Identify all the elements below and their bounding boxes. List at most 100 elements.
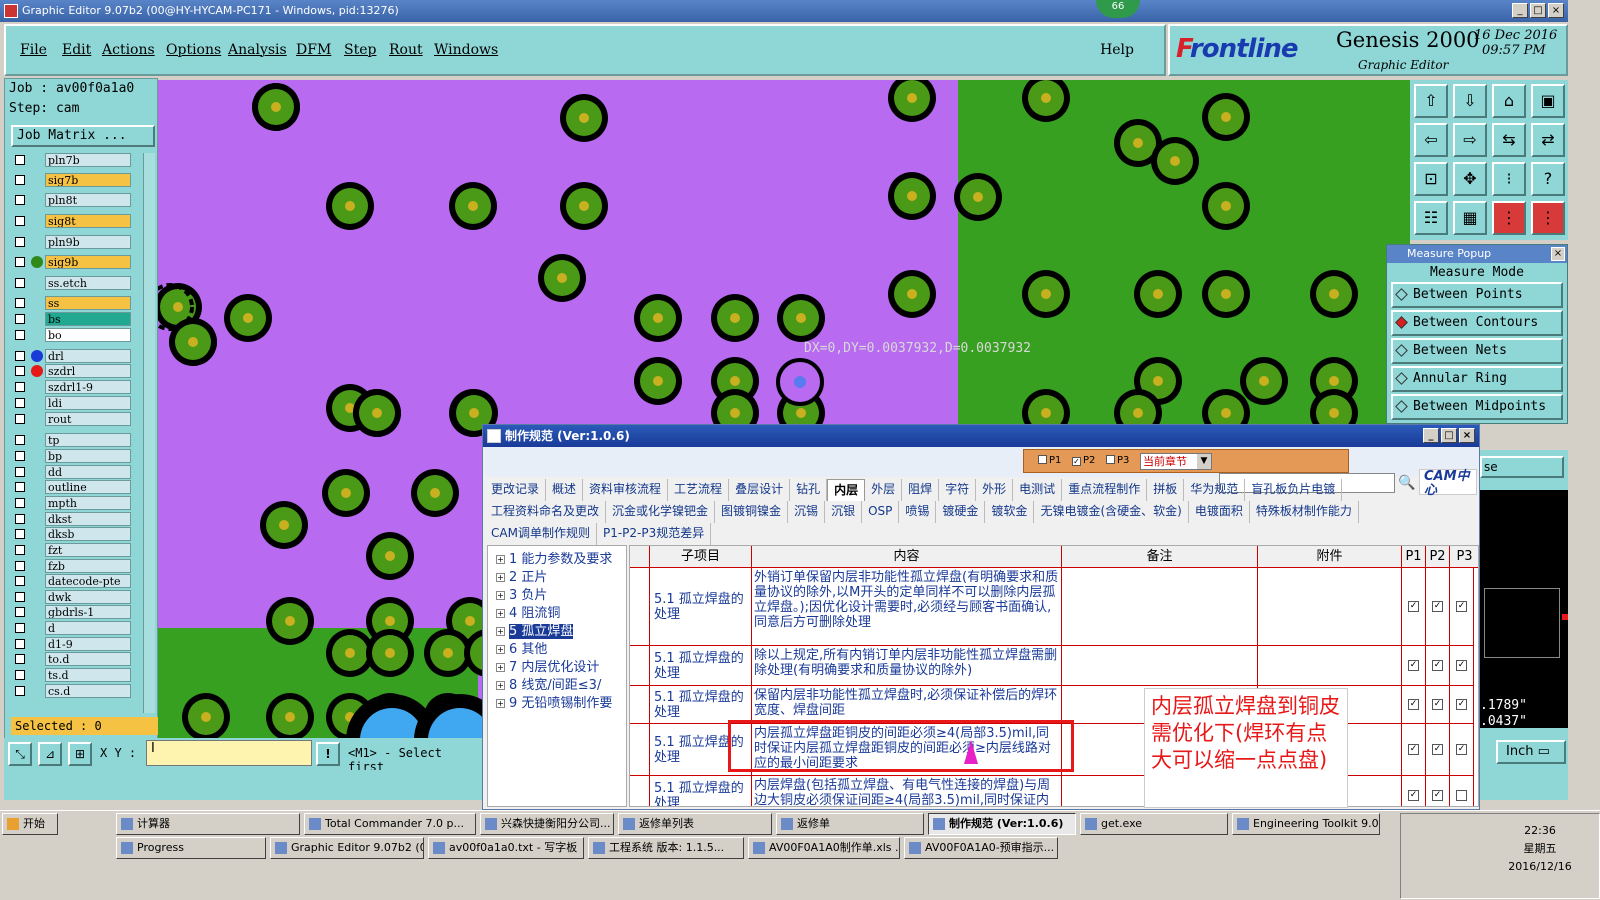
home-icon[interactable]: ⌂ (1492, 84, 1526, 118)
tab[interactable]: 华为规范 (1184, 479, 1246, 501)
layer-checkbox[interactable] (15, 607, 25, 617)
menu-edit[interactable]: Edit (62, 42, 91, 58)
taskbar-button[interactable]: 兴森快捷衡阳分公司... (480, 813, 614, 835)
tab[interactable]: 沉银 (825, 501, 863, 523)
taskbar-button[interactable]: Total Commander 7.0 p... (304, 813, 476, 835)
layer-row[interactable]: pln8t (11, 193, 133, 207)
start-button[interactable]: 开始 (2, 813, 58, 835)
taskbar-button[interactable]: 制作规范 (Ver:1.0.6) (928, 813, 1076, 835)
tab[interactable]: OSP (862, 501, 900, 523)
tab[interactable]: CAM调单制作规则 (485, 523, 597, 545)
layer-row[interactable]: pln9b (11, 235, 133, 249)
layer-checkbox[interactable] (15, 592, 25, 602)
layers-icon[interactable]: ☷ (1414, 201, 1448, 235)
layer-row[interactable]: tp (11, 433, 133, 447)
layer-row[interactable]: drl (11, 349, 133, 363)
layer-row[interactable]: to.d (11, 652, 133, 666)
expand-icon[interactable]: + (496, 627, 505, 636)
layer-row[interactable]: bo (11, 328, 133, 342)
layer-checkbox[interactable] (15, 467, 25, 477)
job-matrix-button[interactable]: Job Matrix ... (11, 125, 155, 147)
taskbar-button[interactable]: Progress (116, 837, 266, 859)
dialog-minimize-button[interactable]: _ (1423, 428, 1439, 443)
priority-checkbox[interactable]: ✓ (1432, 699, 1443, 710)
layer-row[interactable]: outline (11, 480, 133, 494)
expand-icon[interactable]: + (496, 681, 505, 690)
column-header[interactable]: P2 (1426, 546, 1450, 568)
layer-row[interactable]: datecode-pte (11, 574, 133, 588)
expand-icon[interactable]: + (496, 663, 505, 672)
layer-checkbox[interactable] (15, 398, 25, 408)
taskbar-button[interactable]: 计算器 (116, 813, 300, 835)
measure-option[interactable]: Between Midpoints (1391, 394, 1563, 420)
layer-row[interactable]: dd (11, 465, 133, 479)
search-icon[interactable]: 🔍 (1397, 473, 1417, 493)
layer-checkbox[interactable] (15, 545, 25, 555)
tab[interactable]: 工艺流程 (668, 479, 730, 501)
tab[interactable]: 外层 (865, 479, 903, 501)
layer-row[interactable]: szdrl (11, 364, 133, 378)
layer-checkbox[interactable] (15, 670, 25, 680)
layer-checkbox[interactable] (15, 623, 25, 633)
fit-icon[interactable]: ⊡ (1414, 162, 1448, 196)
p2-checkbox[interactable]: ✓ P2 (1072, 455, 1095, 466)
layer-row[interactable]: fzt (11, 543, 133, 557)
p3-checkbox[interactable]: P3 (1106, 455, 1129, 466)
column-header[interactable]: P1 (1402, 546, 1426, 568)
close-icon[interactable]: × (1551, 247, 1565, 261)
grid-icon[interactable]: ⊞ (68, 742, 92, 766)
menu-windows[interactable]: Windows (434, 42, 498, 58)
row-selector[interactable] (630, 686, 650, 724)
expand-icon[interactable]: + (496, 555, 505, 564)
priority-checkbox[interactable]: ✓ (1408, 744, 1419, 755)
tab[interactable]: P1-P2-P3规范差异 (597, 523, 712, 545)
priority-checkbox[interactable]: ✓ (1432, 601, 1443, 612)
layer-row[interactable]: sig9b (11, 255, 133, 269)
menu-help[interactable]: Help (1100, 42, 1134, 58)
tree-node[interactable]: +7 内层优化设计 (496, 656, 599, 675)
expand-icon[interactable]: + (496, 699, 505, 708)
measure-option[interactable]: Between Points (1391, 282, 1563, 308)
tab[interactable]: 概述 (546, 479, 584, 501)
layer-checkbox[interactable] (15, 237, 25, 247)
layer-row[interactable]: dksb (11, 527, 133, 541)
help-icon[interactable]: ? (1531, 162, 1565, 196)
menu-analysis[interactable]: Analysis (228, 42, 287, 58)
scale-icon[interactable]: ⁝ (1492, 162, 1526, 196)
tree-node[interactable]: +1 能力参数及要求 (496, 548, 612, 567)
layer-checkbox[interactable] (15, 498, 25, 508)
tab[interactable]: 拼板 (1147, 479, 1185, 501)
snap-red-icon[interactable]: ⋮ (1492, 201, 1526, 235)
tab[interactable]: 钻孔 (790, 479, 828, 501)
tab[interactable]: 电测试 (1013, 479, 1063, 501)
layer-row[interactable]: fzb (11, 559, 133, 573)
tab[interactable]: 图镀铜镍金 (715, 501, 789, 523)
column-header[interactable]: 内容 (752, 546, 1062, 568)
layer-checkbox[interactable] (15, 561, 25, 571)
column-header[interactable]: 附件 (1258, 546, 1402, 568)
tab[interactable]: 资料审核流程 (583, 479, 669, 501)
dialog-maximize-button[interactable]: □ (1441, 428, 1457, 443)
expand-icon[interactable]: + (496, 573, 505, 582)
layer-checkbox[interactable] (15, 351, 25, 361)
layer-checkbox[interactable] (15, 330, 25, 340)
layer-checkbox[interactable] (15, 482, 25, 492)
swap-icon[interactable]: ⇆ (1492, 123, 1526, 157)
layer-row[interactable]: gbdrls-1 (11, 605, 133, 619)
tree-node[interactable]: +2 正片 (496, 566, 547, 585)
layer-checkbox[interactable] (15, 155, 25, 165)
layer-row[interactable]: d1-9 (11, 637, 133, 651)
pan-right-icon[interactable]: ⇨ (1453, 123, 1487, 157)
xy-input[interactable]: I (146, 740, 312, 766)
layer-row[interactable]: szdrl1-9 (11, 380, 133, 394)
info-icon[interactable]: ! (316, 742, 340, 766)
priority-checkbox[interactable] (1456, 790, 1467, 801)
taskbar-button[interactable]: AV00F0A1A0制作单.xls ... (748, 837, 900, 859)
clock[interactable]: 22:36 星期五 2016/12/16 (1505, 822, 1575, 876)
pan-left-icon[interactable]: ⇦ (1414, 123, 1448, 157)
menu-rout[interactable]: Rout (389, 42, 423, 58)
tab[interactable]: 阻焊 (902, 479, 940, 501)
row-selector[interactable] (630, 568, 650, 646)
expand-icon[interactable]: + (496, 609, 505, 618)
snap-red2-icon[interactable]: ⋮ (1531, 201, 1565, 235)
